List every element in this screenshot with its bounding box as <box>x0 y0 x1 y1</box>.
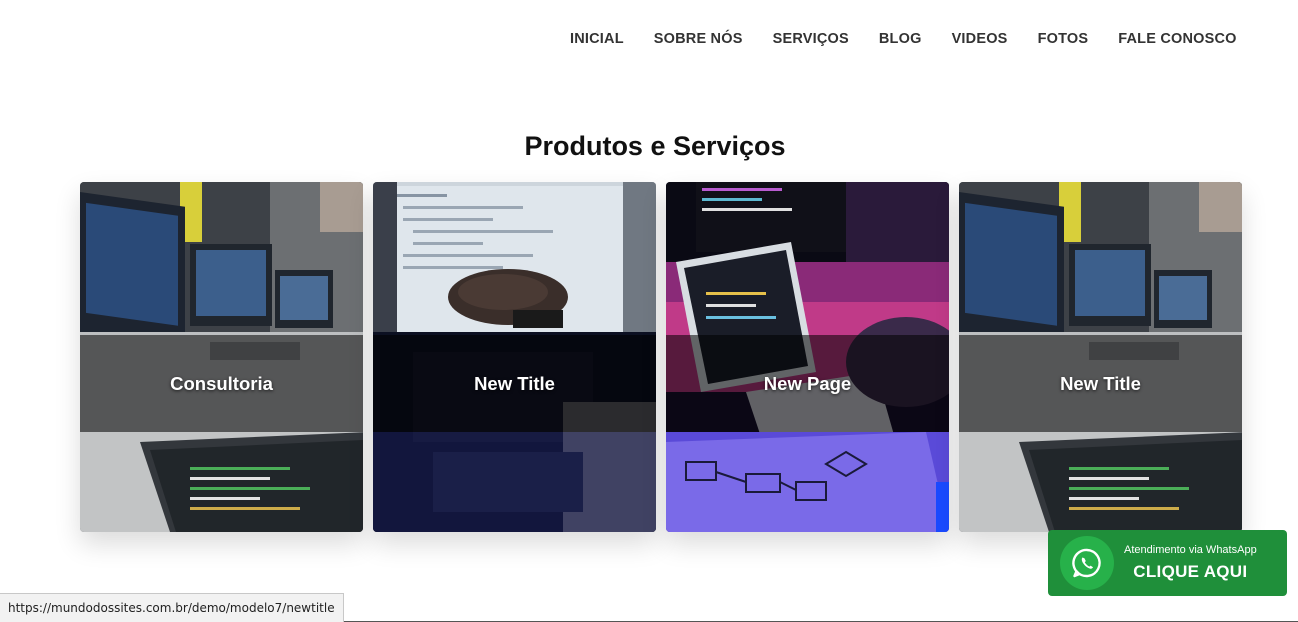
section-title: Produtos e Serviços <box>524 131 786 161</box>
card-title: New Page <box>763 372 852 394</box>
card-title-band: New Title <box>959 335 1242 432</box>
nav-item-videos[interactable]: VIDEOS <box>952 31 1008 47</box>
card-title-band: Consultoria <box>80 335 363 432</box>
service-card-consultoria[interactable]: Consultoria <box>80 182 363 532</box>
nav-item-fotos[interactable]: FOTOS <box>1038 31 1089 47</box>
whatsapp-button[interactable]: Atendimento via WhatsApp CLIQUE AQUI <box>1048 530 1287 596</box>
card-title: New Title <box>1060 372 1141 394</box>
whatsapp-icon <box>1060 536 1114 590</box>
nav-item-inicial[interactable]: INICIAL <box>570 31 624 47</box>
whatsapp-text: Atendimento via WhatsApp CLIQUE AQUI <box>1124 544 1257 582</box>
main-nav: INICIAL SOBRE NÓS SERVIÇOS BLOG VIDEOS F… <box>570 31 1237 47</box>
card-title-band: New Title <box>373 335 656 432</box>
service-card-new-page[interactable]: New Page <box>666 182 949 532</box>
nav-item-fale-conosco[interactable]: FALE CONOSCO <box>1118 31 1236 47</box>
nav-item-blog[interactable]: BLOG <box>879 31 922 47</box>
service-card-new-title-2[interactable]: New Title <box>959 182 1242 532</box>
browser-status-url: https://mundodossites.com.br/demo/modelo… <box>0 593 344 622</box>
nav-item-sobre-nos[interactable]: SOBRE NÓS <box>654 31 743 47</box>
whatsapp-cta: CLIQUE AQUI <box>1133 562 1248 581</box>
service-card-new-title[interactable]: New Title <box>373 182 656 532</box>
card-title: Consultoria <box>170 372 273 394</box>
whatsapp-caption: Atendimento via WhatsApp <box>1124 544 1257 556</box>
services-card-grid: Consultoria New Title New Page New Title <box>80 182 1242 532</box>
nav-item-servicos[interactable]: SERVIÇOS <box>773 31 849 47</box>
card-title-band: New Page <box>666 335 949 432</box>
card-title: New Title <box>474 372 555 394</box>
